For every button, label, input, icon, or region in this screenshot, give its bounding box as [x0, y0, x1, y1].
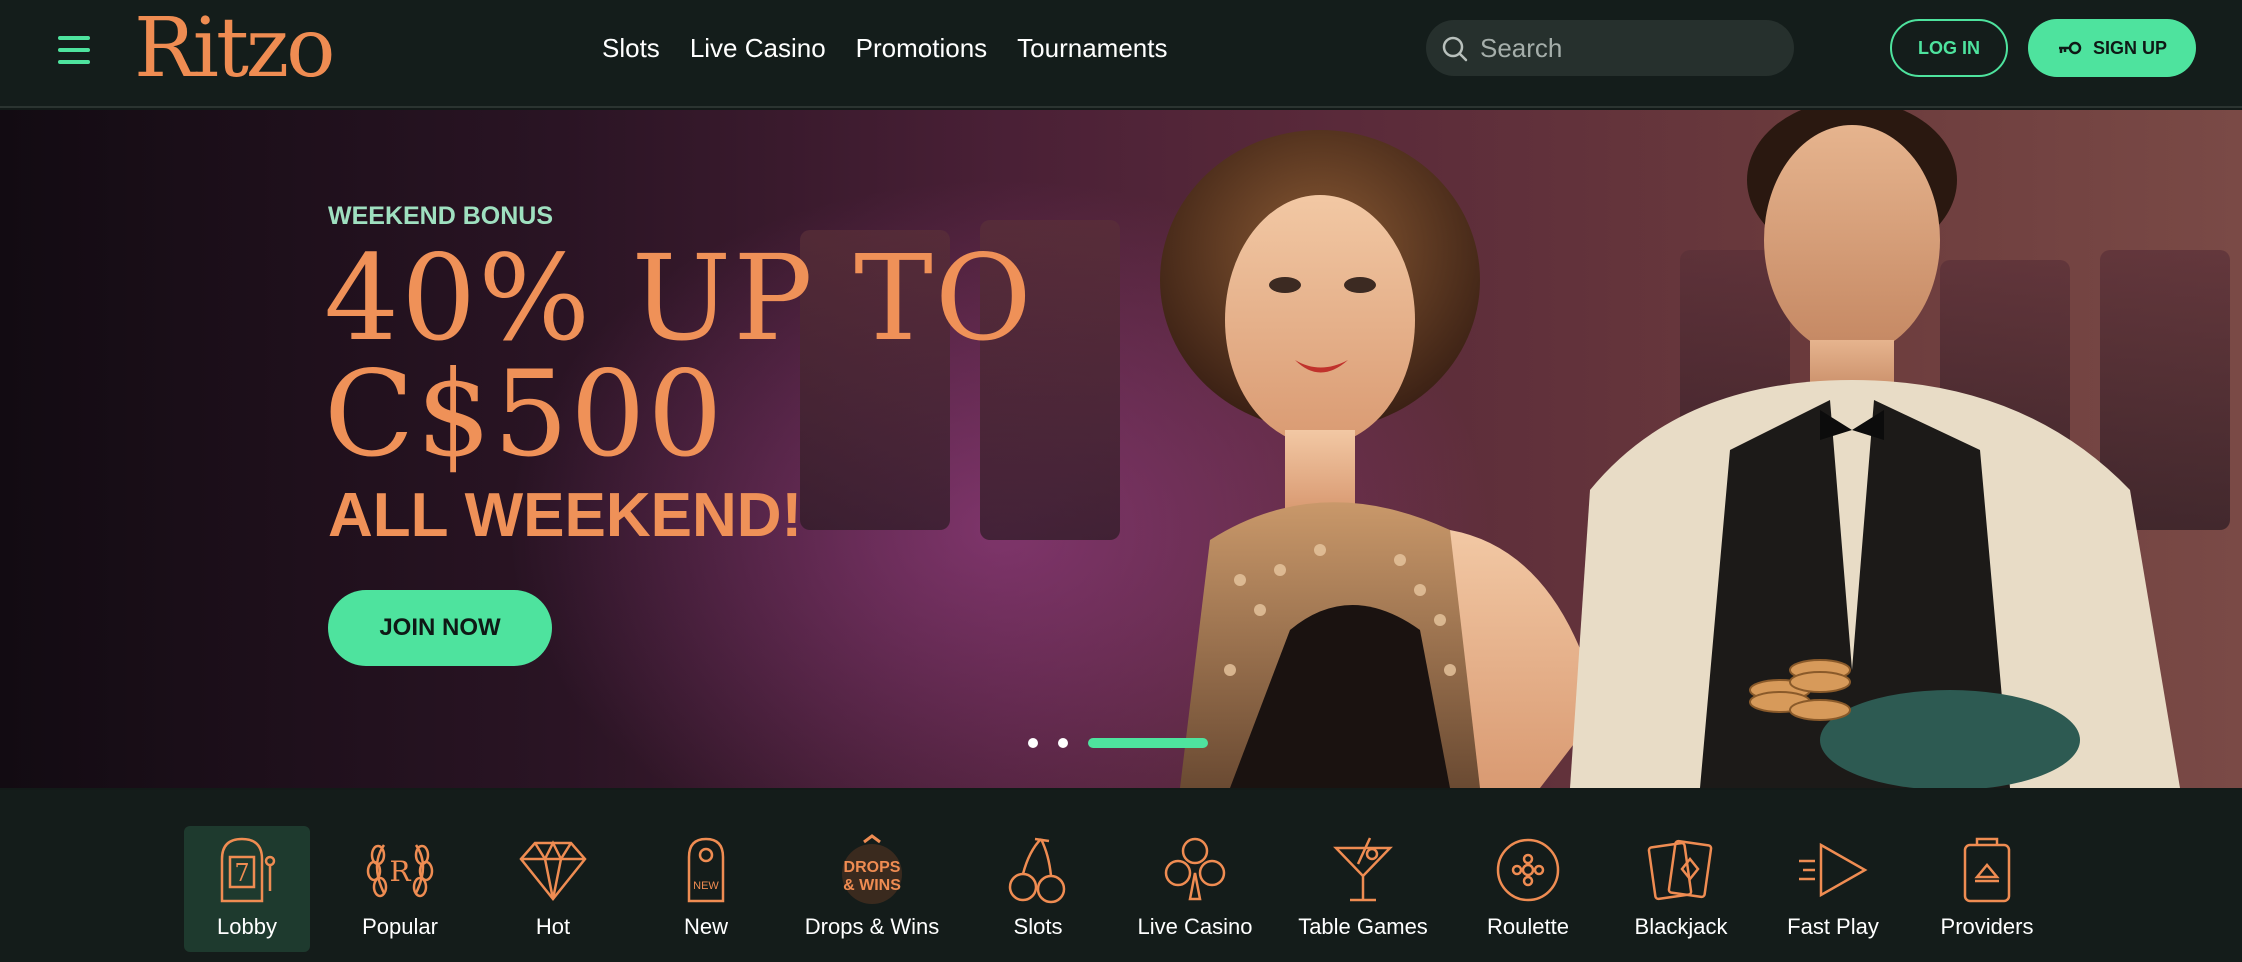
- category-new[interactable]: NEW New: [643, 826, 769, 952]
- fast-play-icon: [1799, 842, 1868, 898]
- dealer-illustration: [1570, 110, 2180, 788]
- carousel-dot-1[interactable]: [1028, 738, 1038, 748]
- category-label: Slots: [1013, 914, 1063, 939]
- menu-icon[interactable]: [56, 36, 92, 66]
- carousel-dot-2[interactable]: [1058, 738, 1068, 748]
- category-lobby[interactable]: 7 Lobby: [184, 826, 310, 952]
- login-button[interactable]: LOG IN: [1890, 19, 2008, 77]
- roulette-icon: [1496, 838, 1560, 902]
- cards-icon: [1647, 839, 1713, 901]
- category-providers[interactable]: Providers: [1924, 826, 2050, 952]
- svg-text:7: 7: [234, 859, 249, 887]
- diamond-icon: [519, 840, 587, 902]
- drops-wins-icon: DROPS & WINS: [842, 834, 902, 904]
- hero-title: 40% UP TO C$500: [324, 229, 1034, 483]
- category-label: Providers: [1940, 914, 2034, 939]
- signup-label: SIGN UP: [2092, 37, 2167, 58]
- nav-promotions[interactable]: Promotions: [856, 30, 988, 66]
- ritzo-logo[interactable]: Ritzo: [134, 4, 335, 94]
- laurel-r-icon: R: [366, 844, 434, 898]
- nav-tournaments[interactable]: Tournaments: [1017, 30, 1167, 66]
- svg-text:R: R: [389, 855, 411, 888]
- top-header: Ritzo Slots Live Casino Promotions Tourn…: [0, 0, 2242, 108]
- hero-title-line1: 40% UP TO: [324, 229, 1034, 367]
- main-nav: Slots Live Casino Promotions Tournaments: [602, 30, 1167, 66]
- svg-text:DROPS: DROPS: [844, 859, 901, 876]
- hero-title-line2: C$500: [324, 345, 725, 483]
- cherries-icon: [1008, 837, 1066, 904]
- category-label: Roulette: [1487, 914, 1569, 939]
- category-table-games[interactable]: Table Games: [1298, 826, 1428, 952]
- category-hot[interactable]: Hot: [490, 826, 616, 952]
- category-label: Popular: [362, 914, 438, 939]
- search-icon: [1442, 36, 1468, 62]
- category-blackjack[interactable]: Blackjack: [1618, 826, 1744, 952]
- category-drops-wins[interactable]: DROPS & WINS Drops & Wins: [804, 826, 940, 952]
- category-label: Table Games: [1298, 914, 1428, 939]
- join-now-button[interactable]: JOIN NOW: [328, 590, 552, 666]
- hero-kicker: WEEKEND BONUS: [328, 202, 554, 230]
- svg-text:NEW: NEW: [693, 880, 719, 892]
- category-slots[interactable]: Slots: [975, 826, 1101, 952]
- cocktail-icon: [1333, 837, 1393, 902]
- category-popular[interactable]: R Popular: [337, 826, 463, 952]
- carousel-dots: [1028, 738, 1208, 748]
- category-label: Hot: [535, 914, 571, 939]
- svg-text:& WINS: & WINS: [843, 877, 901, 894]
- door-hanger-icon: NEW: [687, 837, 725, 903]
- category-live-casino[interactable]: Live Casino: [1132, 826, 1258, 952]
- key-icon: [2058, 41, 2082, 55]
- category-label: Blackjack: [1634, 914, 1728, 939]
- category-label: Drops & Wins: [804, 914, 940, 939]
- club-icon: [1164, 837, 1226, 901]
- hero-banner[interactable]: WEEKEND BONUS 40% UP TO C$500 ALL WEEKEN…: [0, 110, 2242, 788]
- nav-live-casino[interactable]: Live Casino: [690, 30, 826, 66]
- category-label: New: [683, 914, 728, 939]
- category-fast-play[interactable]: Fast Play: [1770, 826, 1896, 952]
- nav-slots[interactable]: Slots: [602, 30, 660, 66]
- providers-icon: [1963, 837, 2011, 903]
- category-label: Fast Play: [1787, 914, 1879, 939]
- hero-subtitle: ALL WEEKEND!: [328, 481, 803, 550]
- category-label: Live Casino: [1137, 914, 1253, 939]
- carousel-dot-3[interactable]: [1088, 738, 1208, 748]
- category-bar: 7 Lobby R Popular Hot NEW New DROPS & WI…: [0, 790, 2242, 962]
- category-roulette[interactable]: Roulette: [1465, 826, 1591, 952]
- search-input[interactable]: [1480, 28, 1780, 68]
- slot-machine-icon: 7: [220, 837, 276, 903]
- signup-button[interactable]: SIGN UP: [2028, 19, 2196, 77]
- search-box[interactable]: [1426, 20, 1794, 76]
- category-label: Lobby: [217, 914, 277, 939]
